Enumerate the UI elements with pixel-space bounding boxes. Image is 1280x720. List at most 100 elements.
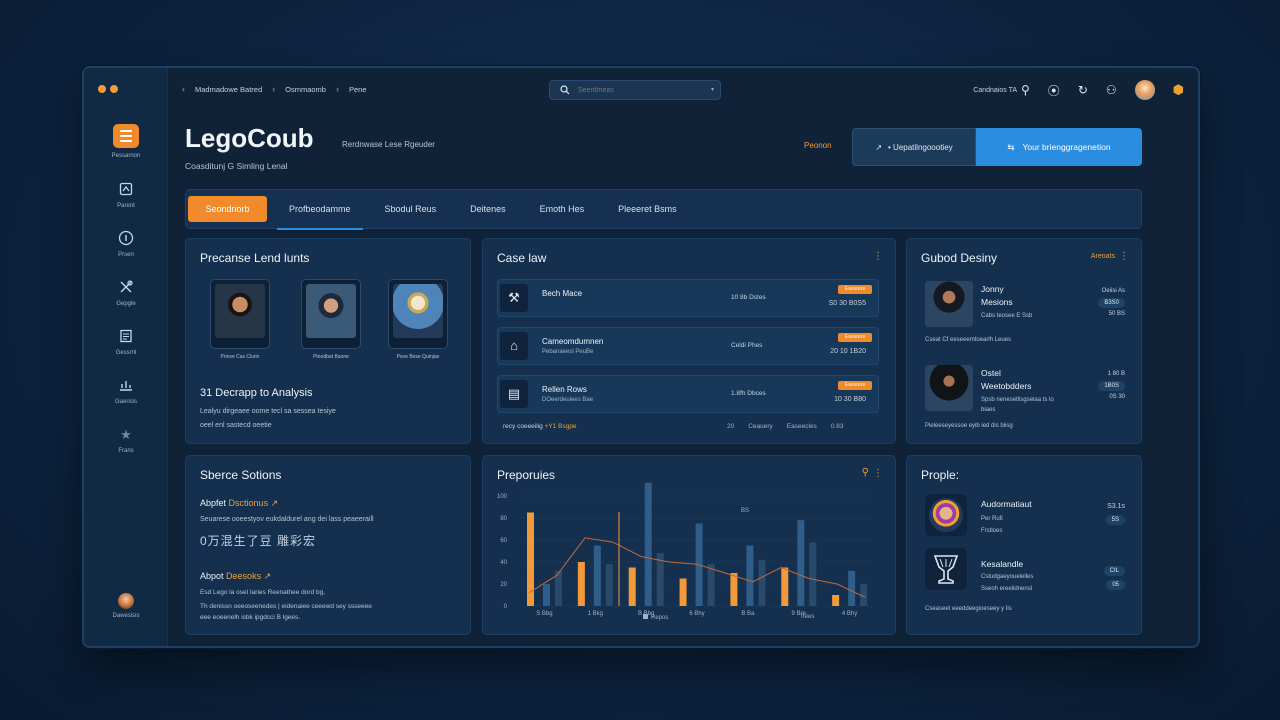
search-person-icon[interactable]: ⚲ — [1021, 83, 1030, 97]
sidebar-item-tools[interactable]: Gepgle — [84, 279, 168, 307]
person-sub: biaes — [981, 407, 996, 413]
panel-title: Prople: — [921, 468, 960, 482]
sidebar-item-analysis[interactable]: Gaensis — [84, 377, 168, 405]
person-avatar[interactable] — [925, 281, 973, 327]
person-stats: S3.1s 5S — [1105, 503, 1125, 525]
update-button-label: • Uepatilngoootiey — [888, 142, 953, 152]
panel-title: Gubod Desiny — [921, 251, 998, 265]
legend-label: Repos — [651, 615, 669, 621]
cube-icon[interactable]: ⬢ — [1173, 82, 1184, 98]
panel-action[interactable]: Areoats — [1091, 253, 1115, 260]
case-row[interactable]: ⚒ Bech Mace 10 8b Dstes Eseerere S0 30 B… — [497, 279, 879, 317]
more-icon[interactable]: ⋮ — [873, 251, 883, 262]
chart-bar — [577, 562, 585, 606]
case-date: 1.8fh Dbces — [731, 390, 766, 397]
footer-item[interactable]: Ceauery — [748, 423, 773, 430]
header-link[interactable]: Peonon — [804, 141, 832, 150]
chevron-down-icon[interactable]: ▾ — [711, 86, 714, 93]
search-input[interactable] — [578, 86, 698, 94]
analysis-icon — [117, 377, 135, 395]
tab-0[interactable]: Seondnorb — [188, 196, 267, 222]
sidebar-item-home[interactable]: Parent — [84, 181, 168, 209]
person-name: Audormatiaut — [981, 499, 1032, 509]
case-name: Cameomdumnen — [542, 337, 604, 346]
case-name: Rellen Rows — [542, 385, 587, 394]
person-avatar[interactable] — [925, 494, 967, 536]
update-button[interactable]: ↗ • Uepatilngoootiey — [852, 128, 976, 166]
person-sub: Frstloes — [981, 528, 1003, 534]
breadcrumb-item[interactable]: Pene — [349, 85, 367, 94]
person-avatar[interactable] — [925, 548, 967, 590]
portrait-image — [306, 284, 356, 338]
chart-bar — [593, 545, 601, 606]
precedent-photo[interactable]: Ptoodbat Baone — [301, 279, 361, 360]
source-cjk-line: 0万混生了豆 雕彩宏 — [200, 534, 317, 548]
person-sub: Spsb nenesetlisgselaa ts lo — [981, 397, 1054, 403]
tab-4[interactable]: Emoth Hes — [528, 196, 597, 222]
tab-3[interactable]: Deitenes — [458, 196, 518, 222]
sidebar-item-favorites[interactable]: ★ Frans — [84, 426, 168, 454]
breadcrumb: ‹ Madmadowe Batred › Osmmaomb › Pene — [182, 84, 367, 94]
sidebar-item-label: Pessarnon — [111, 153, 141, 159]
user-avatar[interactable] — [1134, 80, 1155, 100]
tab-5[interactable]: Pleeeret Bsms — [606, 196, 689, 222]
x-tick-label: B Ba — [741, 611, 755, 617]
breadcrumb-item[interactable]: Madmadowe Batred — [195, 85, 262, 94]
sidebar-item-label: Parent — [117, 203, 135, 209]
case-row[interactable]: ▤ Rellen Rows DOeerdeuiees Bae 1.8fh Dbc… — [497, 375, 879, 413]
person-note: Pieleeseyessoe eyib ied dis biisg — [925, 423, 1013, 429]
source-item-title[interactable]: Abpfet Dsctionus ↗ — [200, 498, 278, 509]
tab-2[interactable]: Sbodul Reus — [373, 196, 449, 222]
footer-item[interactable]: 0.83 — [831, 423, 844, 430]
refresh-icon[interactable]: ↻ — [1078, 83, 1088, 97]
footer-item[interactable]: 20 — [727, 423, 734, 430]
stat-pill: B3S0 — [1098, 298, 1125, 308]
analysis-line: oeel enl sastecd oeetie — [200, 422, 272, 429]
source-item-accent: Dsctionus — [228, 498, 269, 508]
person-icon[interactable]: ⚇ — [1106, 83, 1117, 97]
person-stat: 50 BS — [1108, 311, 1125, 317]
more-icon[interactable]: ⋮ — [1119, 251, 1129, 262]
case-value: S0 30 B0S5 — [828, 300, 866, 307]
location-pin-icon[interactable]: ⦿ — [1048, 82, 1060, 99]
case-value: 20 10 1B20 — [830, 348, 866, 355]
sidebar-item-info[interactable]: Prsen — [84, 230, 168, 258]
chevron-left-icon[interactable]: ‹ — [182, 84, 185, 94]
tab-1[interactable]: Profbeodamme — [277, 196, 363, 230]
case-row[interactable]: ⌂ Cameomdumnen Pebanaeesl PeuBe Celdi Ph… — [497, 327, 879, 365]
x-tick-label: 1 Bkg — [588, 611, 603, 617]
x-tick-label: 4 Bhy — [842, 611, 857, 617]
building-icon: ⌂ — [500, 332, 528, 360]
gavel-icon: ⚒ — [500, 284, 528, 312]
footer-item[interactable]: Easeecles — [787, 423, 817, 430]
person-stat: 1 80 B — [1107, 371, 1125, 377]
y-tick-label: 20 — [500, 582, 507, 588]
menu-icon — [113, 124, 139, 148]
window-controls[interactable] — [98, 85, 118, 93]
search-box[interactable]: ▾ — [549, 80, 721, 100]
person-avatar[interactable] — [925, 365, 973, 411]
status-badge: Eseerere — [838, 285, 872, 294]
sidebar-item-menu[interactable]: Pessarnon — [84, 124, 168, 159]
person-name-line: Weetobdders — [981, 381, 1032, 391]
person-sub: Cabs teosee E Ssb — [981, 313, 1033, 319]
legend-label-right: Irees — [801, 614, 815, 620]
home-icon — [117, 181, 135, 199]
bar-chart: 020406080100S Bbg 1 Bkg B Bbg 6 Bhy B Ba 9 Br… — [497, 482, 875, 617]
sidebar-item-label: Gepgle — [116, 301, 136, 307]
stat-pill: 1B0S — [1098, 381, 1125, 391]
source-item-title[interactable]: Abpot Deesoks ↗ — [200, 571, 271, 582]
precedent-photo[interactable]: Psoe Bese Quinjae — [388, 279, 448, 360]
generate-button[interactable]: ⇆ Your brienggragenetion — [976, 128, 1142, 166]
sidebar-user[interactable]: Dawesisis — [84, 593, 168, 619]
properties-panel: Preporuies ⚲ ⋮ 0 20 40 60 80 100 S Bbg 1 Bkg B B… — [482, 455, 896, 635]
precedent-photo[interactable]: Prinse Cas Clurin — [210, 279, 270, 360]
chart-bar — [543, 584, 550, 606]
sidebar-item-document[interactable]: Gessrnl — [84, 328, 168, 356]
breadcrumb-item[interactable]: Osmmaomb — [285, 85, 326, 94]
person-name-line: Mesions — [981, 297, 1013, 307]
chart-bar — [707, 564, 715, 606]
footer-accent[interactable]: +Y1 Bsgpe — [545, 423, 577, 430]
share-icon: ⇆ — [1007, 141, 1015, 152]
chart-bar — [644, 482, 652, 606]
